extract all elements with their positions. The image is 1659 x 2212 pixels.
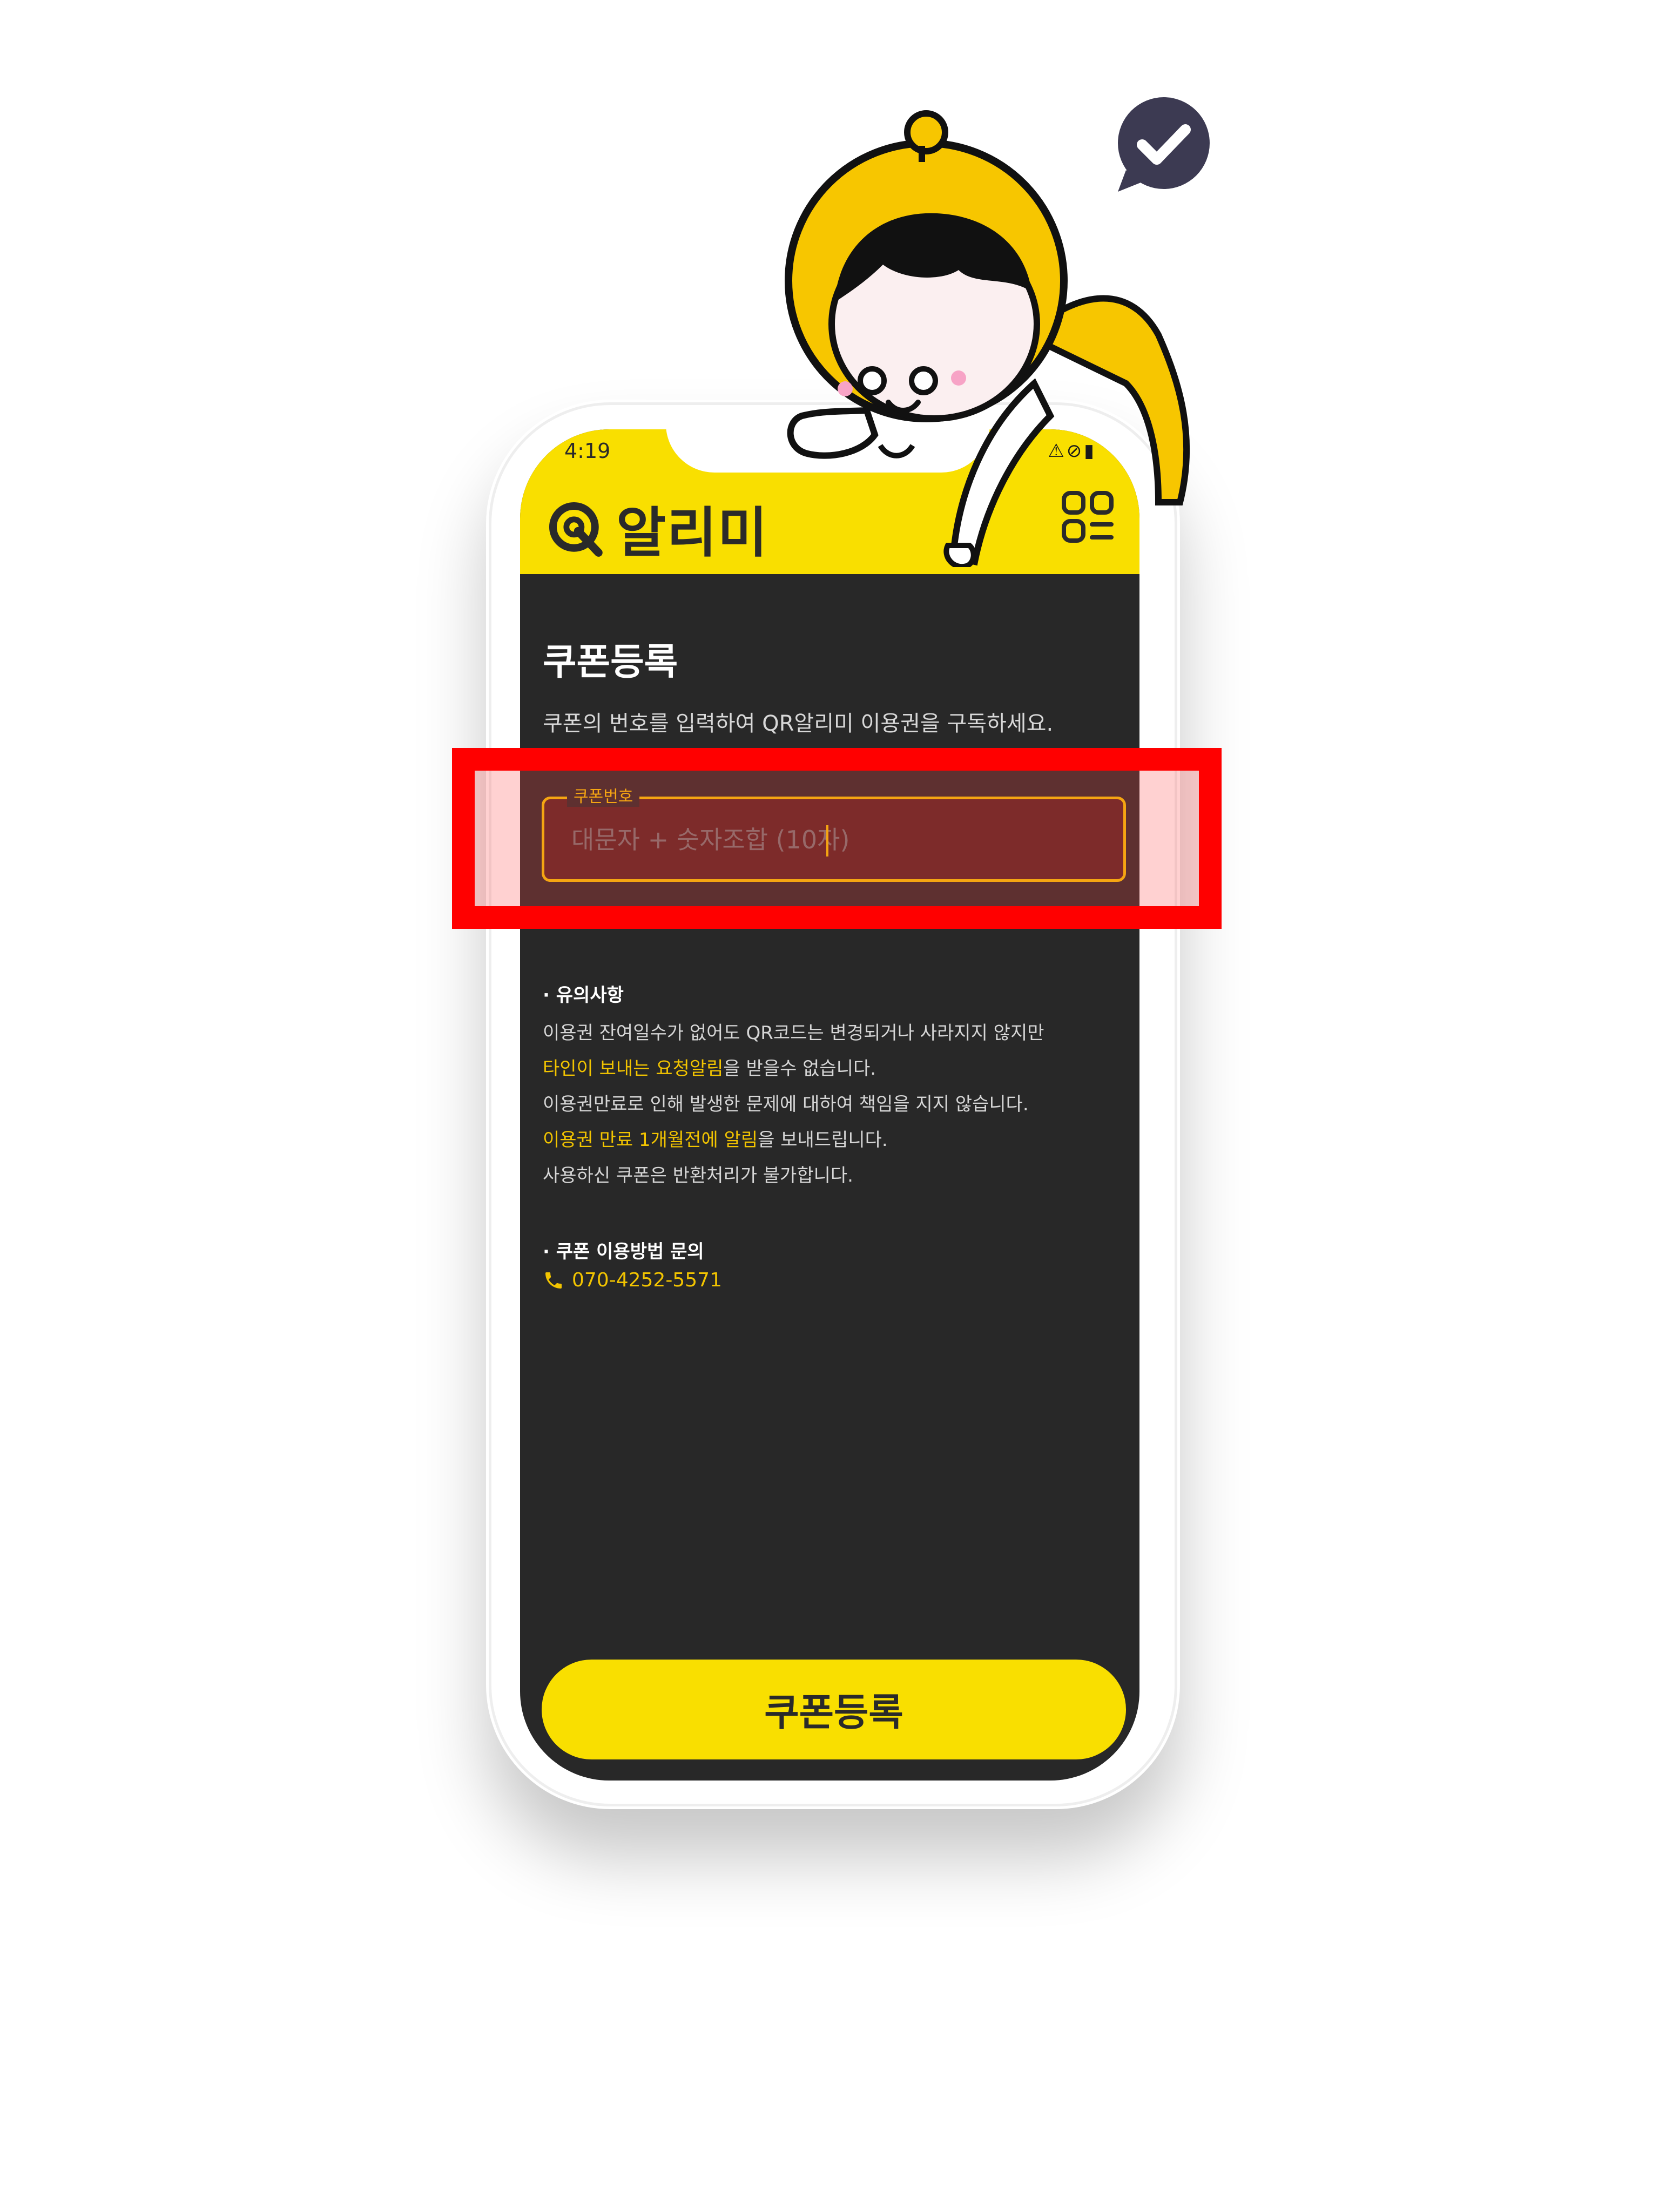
notice-highlight-text: 타인이 보내는 요청알림 (543, 1058, 724, 1080)
coupon-register-button[interactable]: 쿠폰등록 (542, 1660, 1126, 1759)
qr-logo-icon (549, 502, 603, 557)
notice-highlight-text: 이용권 만료 1개월전에 알림 (543, 1129, 758, 1151)
notice-line: 사용하신 쿠폰은 반환처리가 불가합니다. (543, 1158, 1044, 1193)
notice-list: 이용권 잔여일수가 없어도 QR코드는 변경되거나 사라지지 않지만타인이 보내… (543, 1015, 1044, 1193)
notice-text: 이용권 잔여일수가 없어도 QR코드는 변경되거나 사라지지 않지만 (543, 1022, 1044, 1044)
app-name: 알리미 (616, 501, 768, 564)
app-logo[interactable]: 알리미 (546, 489, 768, 567)
inquiry-phone-number: 070-4252-5571 (572, 1269, 722, 1291)
coupon-field-highlight (452, 748, 1222, 929)
notice-line: 이용권 만료 1개월전에 알림을 보내드립니다. (543, 1122, 1044, 1158)
notice-text: 을 받을수 없습니다. (723, 1058, 876, 1080)
notice-text: 을 보내드립니다. (758, 1129, 888, 1151)
phone-screen: 4:19 ⚠⊘▮ 알리미 쿠폰등록 쿠폰의 번호를 입력하여 QR알리미 이용권… (520, 429, 1139, 1781)
page-title: 쿠폰등록 (543, 641, 678, 684)
notice-line: 이용권만료로 인해 발생한 문제에 대하여 책임을 지지 않습니다. (543, 1087, 1044, 1122)
notice-line: 타인이 보내는 요청알림을 받을수 없습니다. (543, 1051, 1044, 1087)
notice-text: 사용하신 쿠폰은 반환처리가 불가합니다. (543, 1165, 853, 1186)
status-time: 4:19 (564, 439, 611, 463)
notice-line: 이용권 잔여일수가 없어도 QR코드는 변경되거나 사라지지 않지만 (543, 1015, 1044, 1051)
phone-icon (545, 1272, 562, 1289)
inquiry-heading: · 쿠폰 이용방법 문의 (543, 1241, 704, 1263)
mascot-illustration (785, 110, 1190, 567)
page-description: 쿠폰의 번호를 입력하여 QR알리미 이용권을 구독하세요. (543, 711, 1054, 736)
inquiry-phone-link[interactable]: 070-4252-5571 (543, 1269, 722, 1291)
notice-heading: · 유의사항 (543, 984, 624, 1006)
notice-text: 이용권만료로 인해 발생한 문제에 대하여 책임을 지지 않습니다. (543, 1094, 1029, 1115)
